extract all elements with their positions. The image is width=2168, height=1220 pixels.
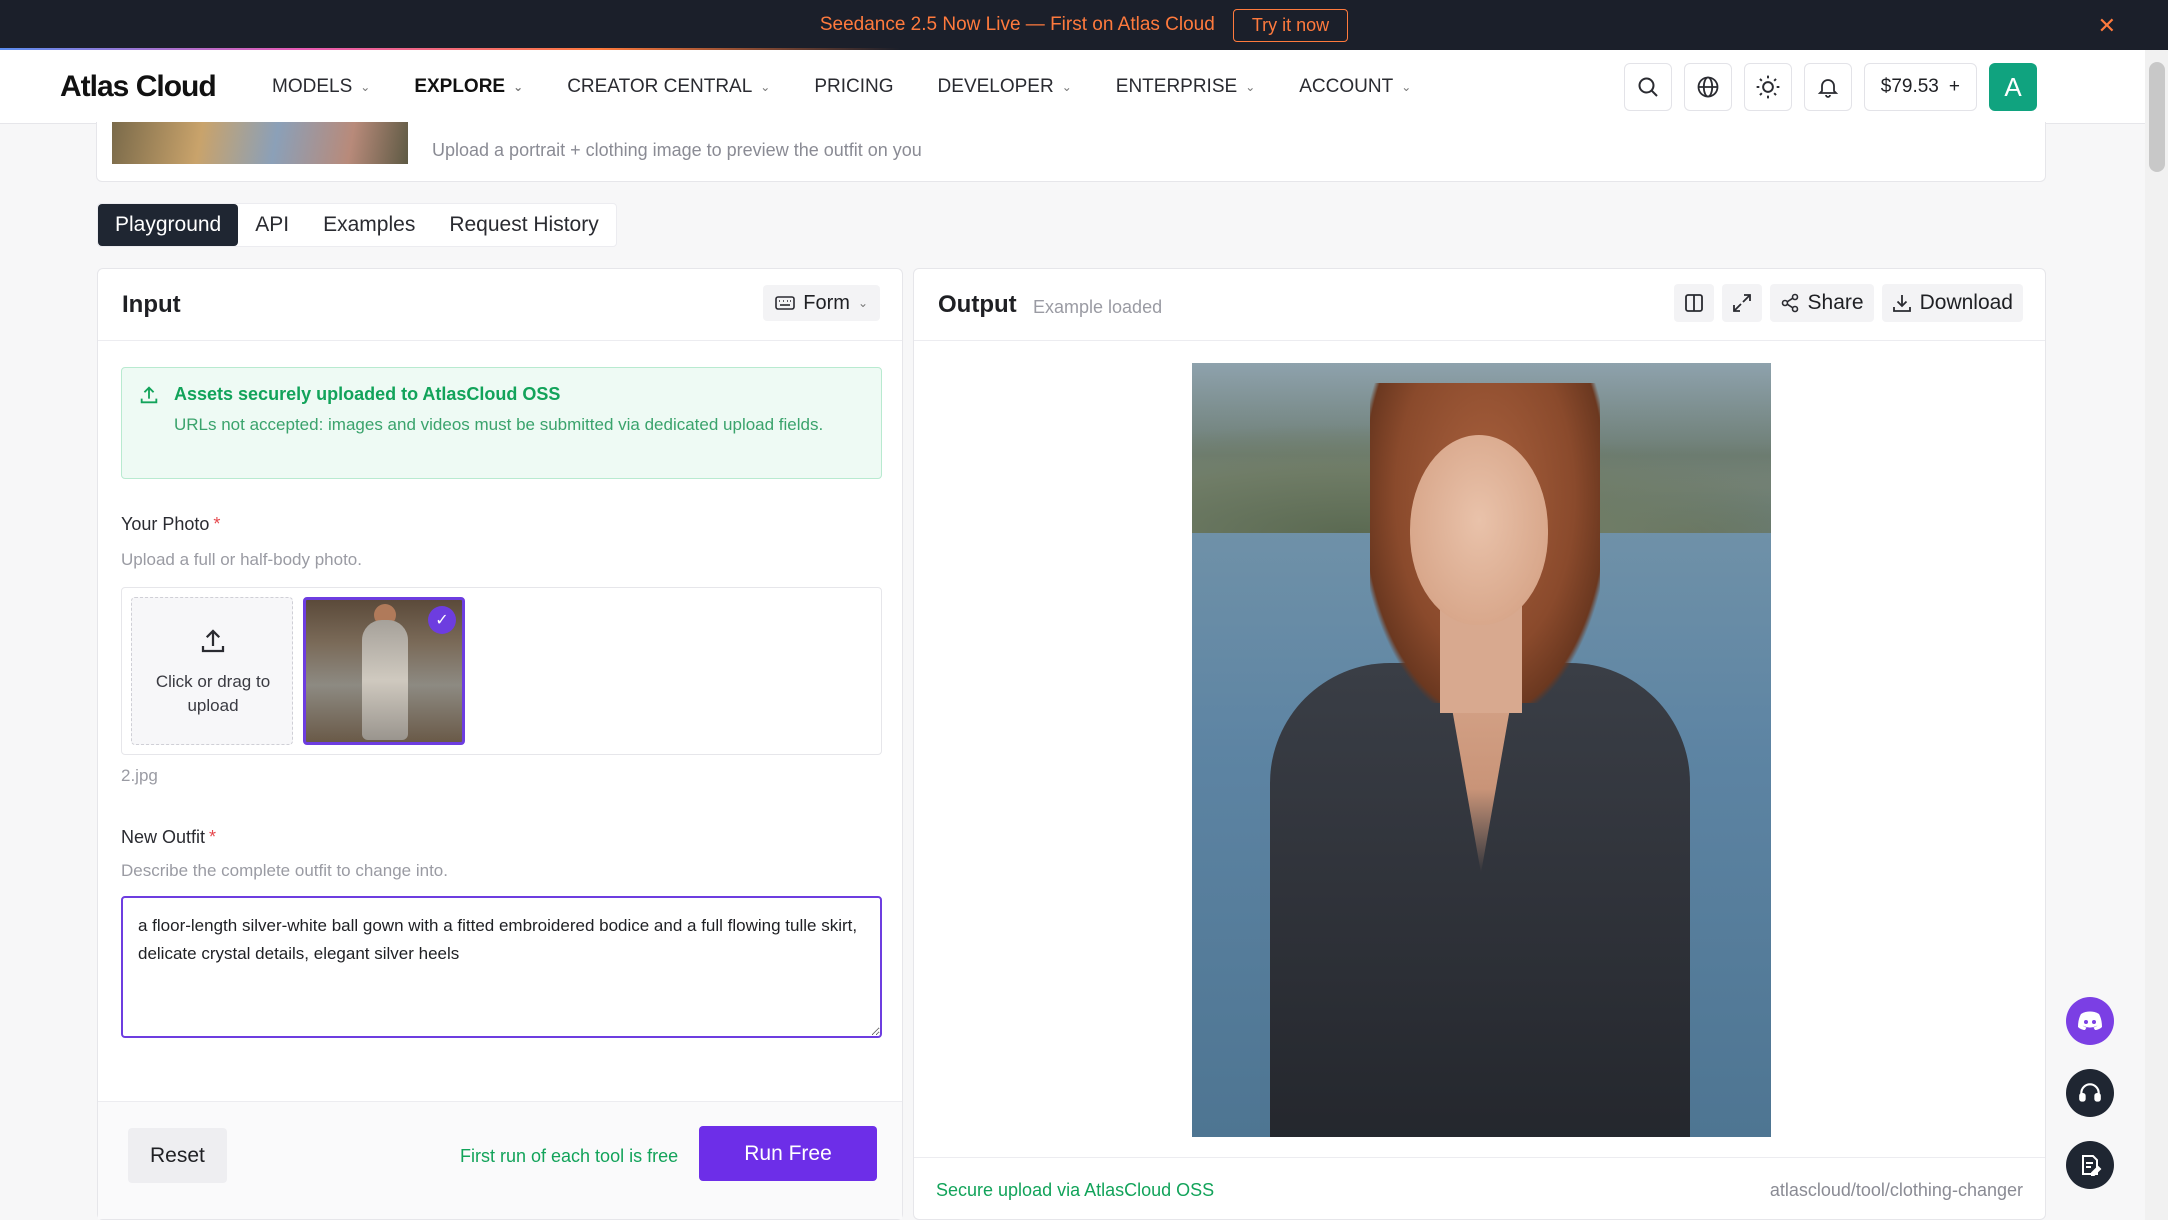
check-icon: ✓ <box>428 606 456 634</box>
nav-item-creator-central[interactable]: CREATOR CENTRAL ⌄ <box>567 76 770 98</box>
input-panel: Input Form ⌄ Assets securely uploaded to… <box>97 268 903 1220</box>
output-toolbar: Share Download <box>1673 284 2023 322</box>
theme-toggle[interactable] <box>1743 63 1792 111</box>
add-funds-icon: + <box>1948 76 1960 97</box>
notice-title: Assets securely uploaded to AtlasCloud O… <box>174 384 561 404</box>
share-button[interactable]: Share <box>1769 284 1874 322</box>
feedback-button[interactable] <box>2066 1141 2114 1189</box>
chevron-down-icon: ⌄ <box>360 80 371 94</box>
your-photo-help: Upload a full or half-body photo. <box>121 550 362 569</box>
avatar[interactable]: A <box>1989 63 2037 111</box>
globe-icon <box>1697 76 1719 98</box>
chevron-down-icon: ⌄ <box>1245 80 1256 94</box>
discord-button[interactable] <box>2066 997 2114 1045</box>
nav-item-enterprise[interactable]: ENTERPRISE ⌄ <box>1116 76 1255 98</box>
output-panel: Output Example loaded Share Download Sec… <box>913 268 2046 1220</box>
tab-playground[interactable]: Playground <box>98 204 239 246</box>
bell-icon <box>1817 79 1838 98</box>
free-run-note: First run of each tool is free <box>460 1146 679 1166</box>
edit-note-icon <box>2082 1155 2102 1176</box>
outfit-description-input[interactable] <box>121 896 882 1038</box>
balance-amount: $79.53 <box>1880 76 1939 97</box>
input-panel-header: Input Form ⌄ <box>98 269 902 341</box>
output-footer: Secure upload via AtlasCloud OSS atlascl… <box>914 1157 2045 1219</box>
balance-button[interactable]: $79.53 + <box>1863 63 1977 111</box>
nav-item-pricing[interactable]: PRICING <box>814 76 893 98</box>
keyboard-icon <box>775 296 796 310</box>
uploaded-photo-thumbnail[interactable]: ✓ <box>303 597 465 745</box>
fullscreen-button[interactable] <box>1721 284 1762 322</box>
search-icon <box>1638 77 1658 97</box>
mode-label: Form <box>803 291 850 314</box>
nav-item-explore[interactable]: EXPLORE ⌄ <box>414 76 523 98</box>
figure-face <box>1410 435 1548 625</box>
run-button[interactable]: Run Free <box>699 1126 877 1181</box>
close-icon[interactable]: ✕ <box>2098 13 2116 39</box>
page-scrollbar[interactable] <box>2145 50 2168 1220</box>
chevron-down-icon: ⌄ <box>513 80 524 94</box>
required-mark: * <box>213 514 221 534</box>
output-image <box>1192 363 1771 1137</box>
tool-path: atlascloud/tool/clothing-changer <box>1769 1180 2023 1200</box>
photo-filename: 2.jpg <box>121 766 158 785</box>
chevron-down-icon: ⌄ <box>1401 80 1412 94</box>
input-actions-bar: Reset First run of each tool is free Run… <box>98 1101 902 1219</box>
download-label: Download <box>1919 291 2013 314</box>
try-it-now-button[interactable]: Try it now <box>1232 8 1349 42</box>
reset-button[interactable]: Reset <box>128 1128 227 1183</box>
tool-header-card: Upload a portrait + clothing image to pr… <box>96 122 2046 182</box>
nav-actions: $79.53 + A <box>1623 63 2037 111</box>
share-label: Share <box>1807 291 1864 314</box>
thumbnail-figure-dress <box>362 620 408 740</box>
upload-notice: Assets securely uploaded to AtlasCloud O… <box>121 367 882 479</box>
photo-dropzone[interactable]: Click or drag to upload <box>131 597 293 745</box>
your-photo-label: Your Photo * <box>121 514 221 534</box>
scroll-thumb[interactable] <box>2149 62 2165 172</box>
share-icon <box>1781 293 1798 313</box>
top-nav: Atlas Cloud MODELS ⌄ EXPLORE ⌄ CREATOR CEN… <box>0 50 2145 124</box>
output-panel-header: Output Example loaded Share Download <box>914 269 2045 341</box>
split-view-icon <box>1684 294 1703 312</box>
mode-select[interactable]: Form ⌄ <box>763 285 880 321</box>
support-button[interactable] <box>2066 1069 2114 1117</box>
input-title: Input <box>122 291 181 318</box>
chevron-down-icon: ⌄ <box>760 80 771 94</box>
announcement-bar: Seedance 2.5 Now Live — First on Atlas C… <box>0 0 2168 50</box>
compare-button[interactable] <box>1673 284 1714 322</box>
nav-item-models[interactable]: MODELS ⌄ <box>272 76 370 98</box>
chevron-down-icon: ⌄ <box>1061 80 1072 94</box>
download-button[interactable]: Download <box>1881 284 2023 322</box>
search-button[interactable] <box>1623 63 1672 111</box>
download-icon <box>1892 295 1911 312</box>
secure-upload-note: Secure upload via AtlasCloud OSS <box>936 1180 1215 1200</box>
notifications-button[interactable] <box>1803 63 1852 111</box>
tab-request-history[interactable]: Request History <box>432 204 615 246</box>
language-button[interactable] <box>1683 63 1732 111</box>
tab-api[interactable]: API <box>238 204 306 246</box>
expand-icon <box>1732 294 1751 312</box>
photo-upload-area: Click or drag to upload ✓ <box>121 587 882 755</box>
chevron-down-icon: ⌄ <box>857 296 868 310</box>
nav-item-account[interactable]: ACCOUNT ⌄ <box>1299 76 1411 98</box>
new-outfit-help: Describe the complete outfit to change i… <box>121 861 448 880</box>
upload-icon <box>140 386 158 404</box>
nav-menu: MODELS ⌄ EXPLORE ⌄ CREATOR CENTRAL ⌄ PRICIN… <box>272 50 1455 124</box>
nav-item-developer[interactable]: DEVELOPER ⌄ <box>938 76 1072 98</box>
tool-tabs: Playground API Examples Request History <box>97 203 617 247</box>
announcement-text: Seedance 2.5 Now Live — First on Atlas C… <box>819 14 1215 35</box>
tool-banner-image <box>112 122 408 164</box>
required-mark: * <box>209 827 217 847</box>
sun-icon <box>1756 75 1780 99</box>
dropzone-text: Click or drag to upload <box>155 672 271 715</box>
notice-body: URLs not accepted: images and videos mus… <box>174 415 824 434</box>
output-status: Example loaded <box>1033 297 1163 317</box>
tool-subtitle: Upload a portrait + clothing image to pr… <box>432 140 922 160</box>
tab-examples[interactable]: Examples <box>306 204 432 246</box>
upload-icon <box>201 629 225 653</box>
new-outfit-label: New Outfit * <box>121 827 217 847</box>
logo[interactable]: Atlas Cloud <box>60 70 217 104</box>
headset-icon <box>2079 1083 2101 1102</box>
output-title: Output <box>938 291 1017 318</box>
discord-icon <box>2078 1011 2102 1030</box>
